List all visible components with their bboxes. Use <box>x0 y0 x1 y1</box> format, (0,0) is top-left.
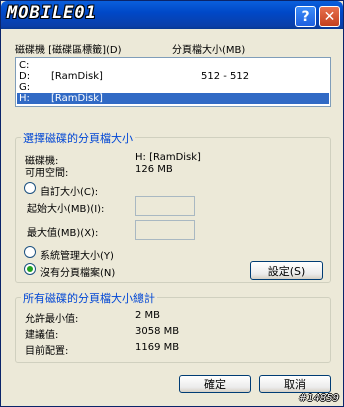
drive-row-d[interactable]: D: [RamDisk] 512 - 512 <box>17 71 329 82</box>
selected-drive-group-title: 選擇磁碟的分頁檔大小 <box>21 130 135 146</box>
set-button-label: 設定(S) <box>267 264 306 278</box>
system-managed-label[interactable]: 系統管理大小(Y) <box>40 247 114 262</box>
drive-letter: G: <box>19 82 31 93</box>
window-title-logo: MOBILE01 <box>7 3 97 23</box>
max-size-label: 最大值(MB)(X): <box>27 228 99 239</box>
custom-size-radio[interactable] <box>24 182 36 194</box>
drive-letter: H: <box>19 93 30 104</box>
drive-row-c[interactable]: C: <box>17 60 329 71</box>
drive-letter: C: <box>19 60 30 71</box>
drive-list[interactable]: C: D: [RamDisk] 512 - 512 G: H: [RamDisk… <box>15 57 331 107</box>
space-value-text: 126 MB <box>135 164 173 175</box>
set-button[interactable]: 設定(S) <box>250 261 323 280</box>
no-paging-label[interactable]: 沒有分頁檔案(N) <box>40 264 115 279</box>
drive-label: [RamDisk] <box>51 71 103 82</box>
drive-letter: D: <box>19 71 31 82</box>
min-label: 允許最小值: <box>25 314 79 325</box>
space-label-text: 可用空間: <box>25 168 69 179</box>
initial-size-label: 起始大小(MB)(I): <box>27 204 105 215</box>
drive-value-text: H: [RamDisk] <box>135 152 201 163</box>
drive-column-header: 磁碟機 [磁碟區標籤](D) <box>15 45 122 56</box>
title-bar[interactable]: MOBILE01 ? ✕ <box>1 1 343 29</box>
drive-row-g[interactable]: G: <box>17 82 329 93</box>
recommended-value: 3058 MB <box>135 326 180 337</box>
custom-size-label[interactable]: 自訂大小(C): <box>40 183 98 198</box>
ok-button-label: 確定 <box>204 378 226 391</box>
no-paging-radio[interactable] <box>24 263 36 275</box>
cancel-button-label: 取消 <box>284 378 306 391</box>
help-button[interactable]: ? <box>295 6 316 27</box>
recommended-label: 建議值: <box>25 330 59 341</box>
close-icon: ✕ <box>323 8 336 25</box>
ok-button[interactable]: 確定 <box>179 375 251 393</box>
totals-group-title: 所有磁碟的分頁檔大小總計 <box>21 290 157 306</box>
drive-row-h[interactable]: H: [RamDisk] <box>17 93 329 104</box>
system-managed-radio[interactable] <box>24 246 36 258</box>
current-value: 1169 MB <box>135 342 180 353</box>
size-column-header: 分頁檔大小(MB) <box>172 45 246 56</box>
min-value: 2 MB <box>135 310 161 321</box>
close-button[interactable]: ✕ <box>319 6 340 27</box>
initial-size-input[interactable] <box>135 196 195 216</box>
max-size-input[interactable] <box>135 220 195 240</box>
cancel-button[interactable]: 取消 <box>259 375 331 393</box>
drive-label: [RamDisk] <box>51 93 103 104</box>
watermark: #14859 <box>298 393 339 404</box>
drive-size: 512 - 512 <box>201 71 250 82</box>
current-label: 目前配置: <box>25 346 69 357</box>
help-icon: ? <box>301 8 310 25</box>
virtual-memory-dialog: MOBILE01 ? ✕ 磁碟機 [磁碟區標籤](D) 分頁檔大小(MB) C:… <box>0 0 344 407</box>
